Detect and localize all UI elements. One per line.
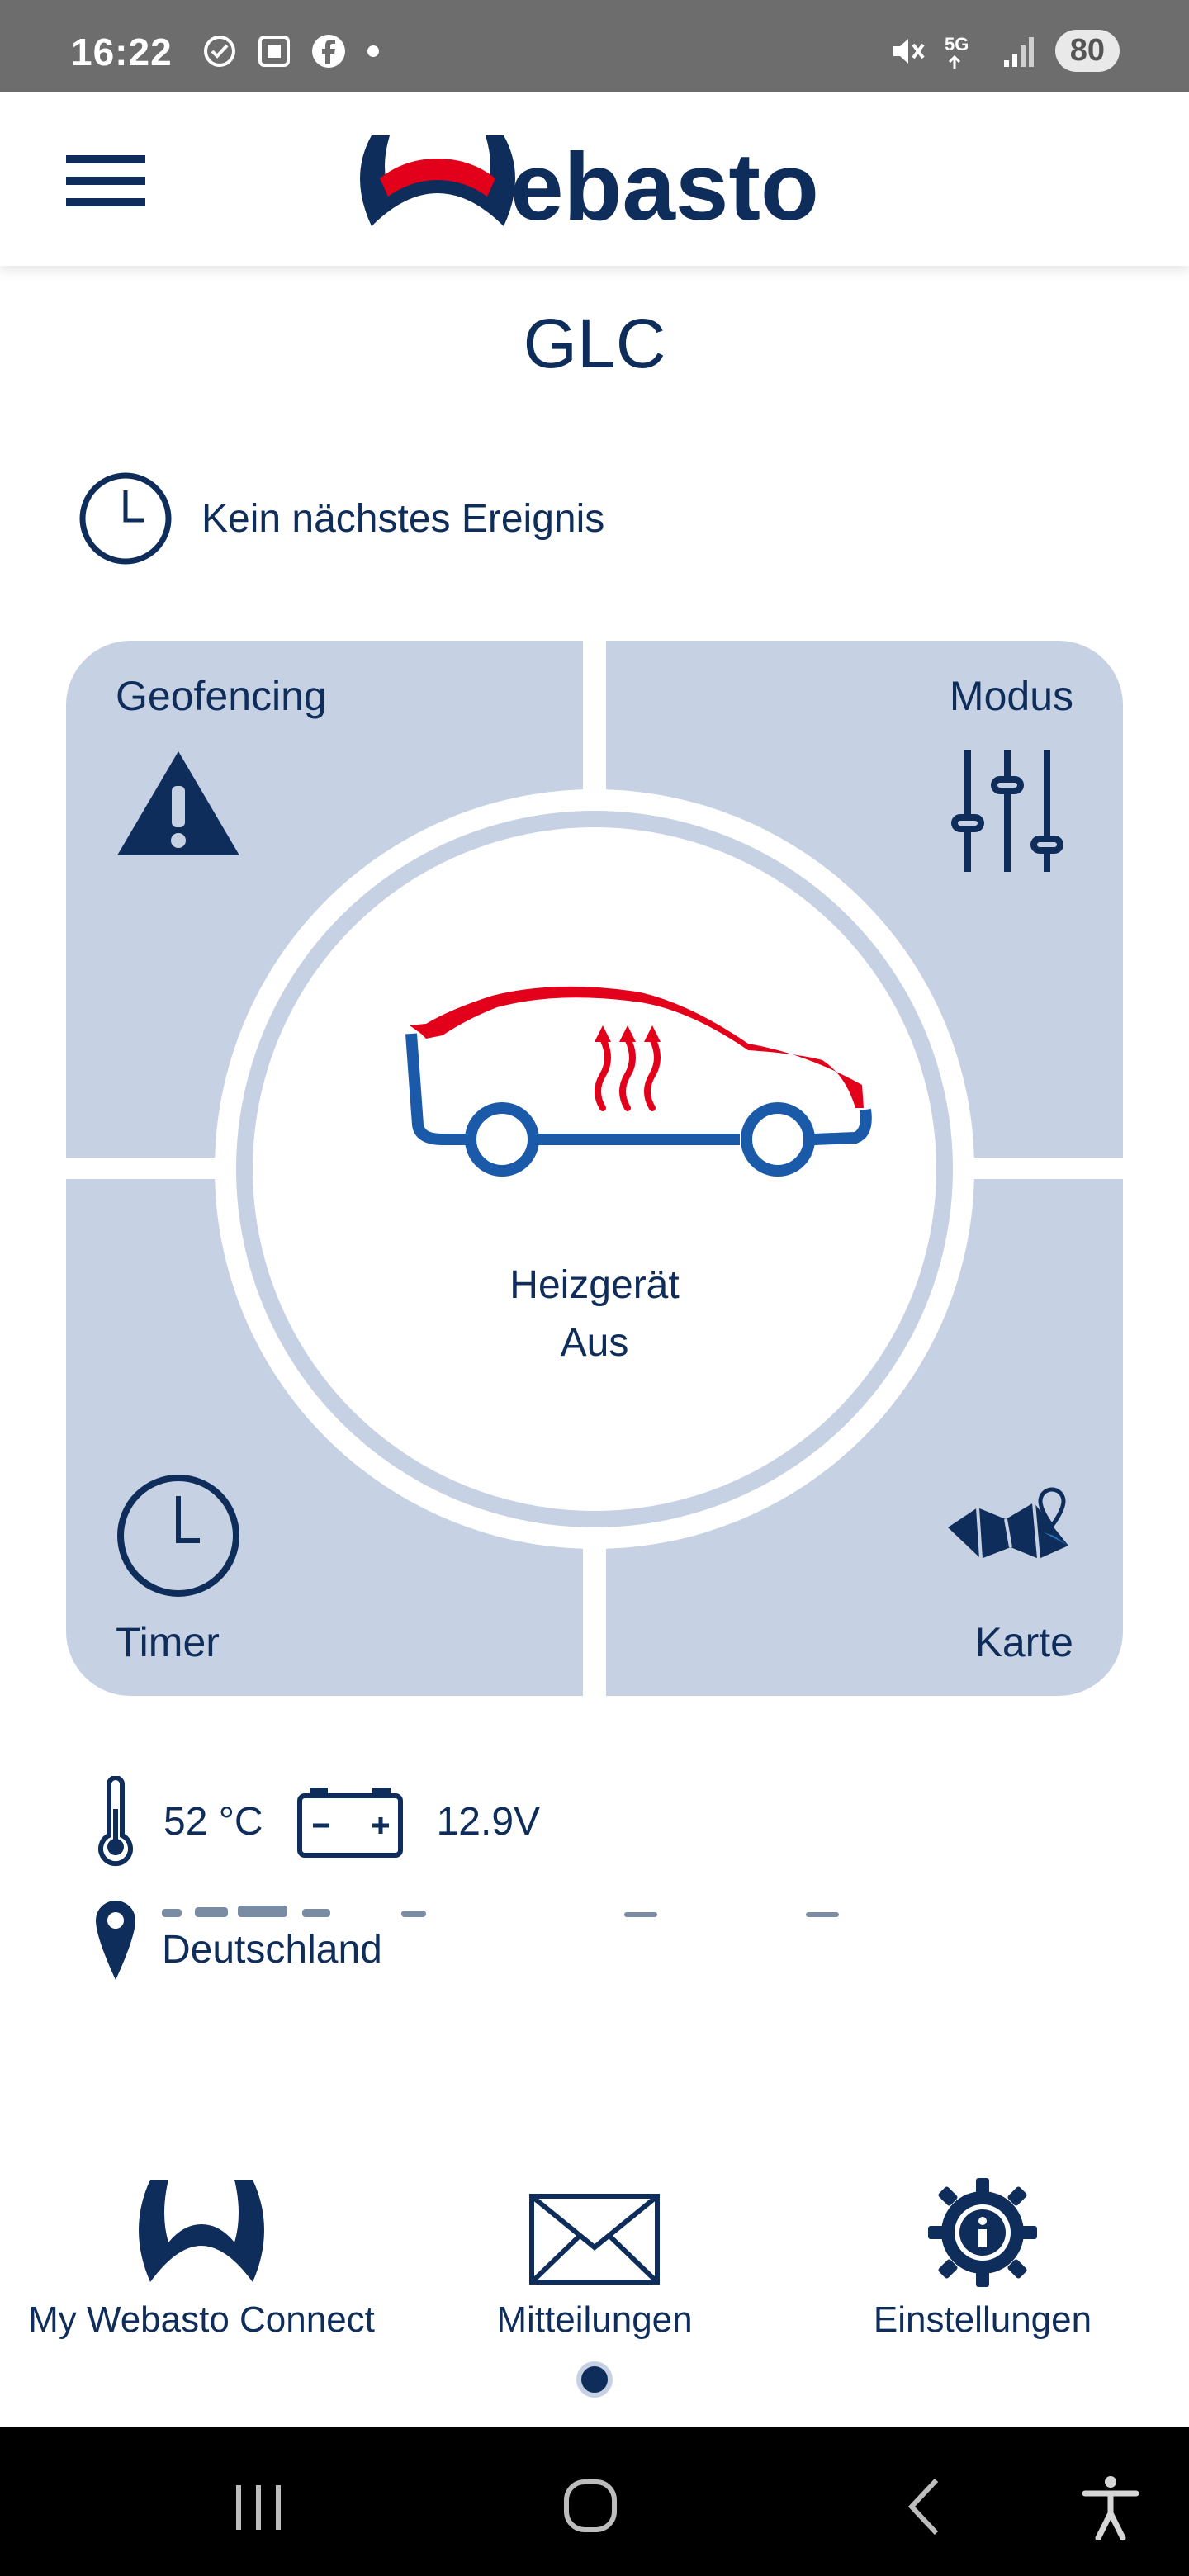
heater-toggle-button[interactable]: Heizgerät Aus <box>253 827 936 1511</box>
heater-state: Aus <box>560 1321 629 1365</box>
car-heater-icon <box>405 986 872 1177</box>
check-circle-icon <box>204 36 235 67</box>
home-button[interactable] <box>553 2474 628 2540</box>
nav-label-messages: Mitteilungen <box>496 2299 693 2340</box>
recent-apps-icon <box>236 2485 281 2530</box>
status-left-icons <box>201 33 381 69</box>
mode-label: Modus <box>949 673 1073 719</box>
system-navigation-bar <box>0 2427 1189 2576</box>
map-label: Karte <box>974 1619 1073 1665</box>
nav-settings[interactable]: Einstellungen <box>826 2171 1139 2341</box>
map-pin-icon <box>948 1487 1068 1560</box>
webasto-connect-icon <box>139 2180 264 2282</box>
settings-gear-info-icon <box>928 2178 1037 2287</box>
screenshot-icon <box>258 36 290 67</box>
accessibility-button[interactable] <box>1073 2474 1148 2541</box>
clock-icon <box>79 472 172 565</box>
network-5g-icon: 5G <box>945 34 969 69</box>
sliders-icon <box>951 750 1063 872</box>
logo-text: ebasto <box>510 133 819 234</box>
location-street-redacted <box>162 1891 905 1919</box>
location-pin-icon <box>96 1901 135 1980</box>
signal-icon <box>1003 36 1034 67</box>
timer-label: Timer <box>116 1619 220 1665</box>
geofencing-label: Geofencing <box>116 673 327 719</box>
status-right-icons: 5G 80 <box>888 30 1120 72</box>
heater-label: Heizgerät <box>509 1263 680 1307</box>
status-time: 16:22 <box>71 31 173 73</box>
page-indicator-dot <box>576 2361 613 2398</box>
mute-icon <box>893 38 925 64</box>
dot-icon <box>367 45 379 57</box>
hamburger-menu-icon <box>66 155 145 206</box>
control-grid: Geofencing Modus Timer Karte Heizgerät A… <box>66 641 1123 1696</box>
back-button[interactable] <box>888 2474 963 2540</box>
home-icon <box>564 2479 617 2532</box>
envelope-icon <box>529 2194 660 2285</box>
location-country: Deutschland <box>162 1928 382 1972</box>
vehicle-info-row: 52 °C 12.9V <box>92 1772 540 1871</box>
thermometer-icon <box>98 1776 133 1867</box>
vehicle-name: GLC <box>523 305 666 382</box>
timer-clock-icon <box>117 1475 239 1597</box>
nav-my-webasto-connect[interactable]: My Webasto Connect <box>20 2171 383 2341</box>
battery-level: 80 <box>1054 30 1120 72</box>
facebook-icon <box>312 35 345 68</box>
recent-apps-button[interactable] <box>221 2474 296 2540</box>
battery-icon <box>296 1788 403 1858</box>
svg-text:5G: 5G <box>945 34 969 54</box>
status-bar: 16:22 5G 80 <box>0 0 1189 92</box>
app-header: ebasto <box>0 92 1189 266</box>
menu-button[interactable] <box>66 152 145 210</box>
back-chevron-icon <box>907 2478 939 2536</box>
next-event-row: Kein nächstes Ereignis <box>78 471 604 566</box>
next-event-text: Kein nächstes Ereignis <box>201 496 605 541</box>
nav-label-settings: Einstellungen <box>873 2299 1092 2340</box>
webasto-logo: ebasto <box>347 127 850 240</box>
heater-status: Heizgerät Aus <box>253 1257 936 1372</box>
nav-label-my-webasto-connect: My Webasto Connect <box>28 2299 375 2340</box>
voltage-value: 12.9V <box>436 1799 541 1844</box>
temperature-value: 52 °C <box>163 1799 263 1844</box>
warning-icon <box>117 751 239 855</box>
nav-messages[interactable]: Mitteilungen <box>446 2171 743 2341</box>
accessibility-icon <box>1082 2476 1139 2541</box>
